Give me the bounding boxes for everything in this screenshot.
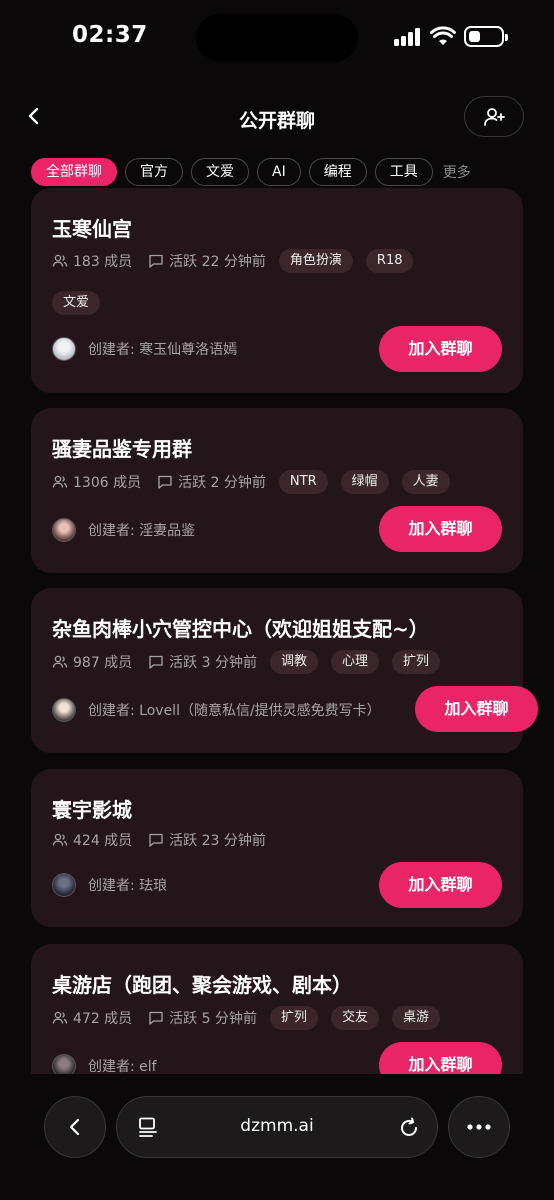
avatar	[52, 337, 76, 361]
group-card: 玉寒仙宫 183 成员 活跃 22 分钟前 角色扮演 R18 文爱 创建者: 寒…	[31, 188, 523, 393]
users-icon	[52, 655, 68, 668]
avatar	[52, 873, 76, 897]
user-plus-icon	[484, 107, 505, 126]
message-square-icon	[158, 475, 172, 489]
group-card: 骚妻品鉴专用群 1306 成员 活跃 2 分钟前 NTR 绿帽 人妻 创建者: …	[31, 408, 523, 573]
filter-chip-coding[interactable]: 编程	[308, 158, 367, 186]
avatar	[52, 518, 76, 542]
group-tag: 文爱	[52, 291, 101, 315]
filter-chip-official[interactable]: 官方	[125, 158, 183, 186]
active-time: 活跃 2 分钟前	[178, 475, 266, 491]
url-text: dzmm.ai	[240, 1116, 314, 1136]
active-time: 活跃 22 分钟前	[169, 254, 266, 270]
member-count: 183 成员	[73, 254, 133, 270]
group-tag: 交友	[331, 1006, 380, 1030]
group-card: 杂鱼肉棒小穴管控中心（欢迎姐姐支配~） 987 成员 活跃 3 分钟前 调教 心…	[31, 588, 538, 753]
creator-name: 创建者: 寒玉仙尊洛语嫣	[88, 342, 238, 358]
group-card: 寰宇影城 424 成员 活跃 23 分钟前 创建者: 珐琅 加入群聊	[31, 769, 523, 927]
group-creator: 创建者: elf	[52, 1054, 157, 1074]
group-tag-row: 文爱	[52, 291, 101, 315]
join-group-button[interactable]: 加入群聊	[379, 862, 502, 908]
join-group-button[interactable]: 加入群聊	[415, 686, 538, 732]
browser-back-button[interactable]	[44, 1096, 106, 1158]
member-count: 987 成员	[73, 655, 133, 671]
browser-menu-button[interactable]	[448, 1096, 510, 1158]
group-meta: 472 成员 活跃 5 分钟前 扩列 交友 桌游	[52, 1006, 441, 1030]
group-creator: 创建者: 珐琅	[52, 873, 167, 897]
join-group-button[interactable]: 加入群聊	[379, 326, 502, 372]
group-name: 寰宇影城	[52, 798, 132, 822]
group-tag: 桌游	[392, 1006, 441, 1030]
group-meta: 987 成员 活跃 3 分钟前 调教 心理 扩列	[52, 650, 441, 674]
message-square-icon	[149, 254, 163, 268]
filter-more-link[interactable]: 更多	[443, 162, 471, 182]
creator-name: 创建者: elf	[88, 1059, 157, 1074]
group-creator: 创建者: 淫妻品鉴	[52, 518, 195, 542]
group-tag: 人妻	[401, 470, 450, 494]
group-creator: 创建者: 寒玉仙尊洛语嫣	[52, 337, 237, 361]
reload-icon[interactable]	[397, 1116, 421, 1140]
message-square-icon	[149, 655, 163, 669]
users-icon	[52, 1011, 68, 1024]
group-meta: 1306 成员 活跃 2 分钟前 NTR 绿帽 人妻	[52, 470, 450, 494]
users-icon	[52, 475, 68, 488]
member-count: 1306 成员	[73, 475, 142, 491]
creator-name: 创建者: Lovell（随意私信/提供灵感免费写卡）	[88, 703, 381, 719]
group-name: 桌游店（跑团、聚会游戏、剧本）	[52, 973, 352, 997]
filter-chip-tools[interactable]: 工具	[374, 158, 433, 186]
filter-chip-wenai[interactable]: 文爱	[191, 158, 249, 186]
ellipsis-icon	[467, 1124, 491, 1130]
avatar	[52, 698, 76, 722]
address-bar[interactable]: dzmm.ai	[116, 1096, 438, 1158]
avatar	[52, 1054, 76, 1074]
group-tag: 调教	[269, 650, 318, 674]
message-square-icon	[149, 1011, 163, 1025]
member-count: 424 成员	[73, 833, 133, 849]
group-meta: 183 成员 活跃 22 分钟前 角色扮演 R18	[52, 249, 414, 273]
group-tag: R18	[365, 249, 414, 273]
group-name: 骚妻品鉴专用群	[52, 437, 192, 461]
group-tag: 角色扮演	[278, 249, 353, 273]
group-name: 玉寒仙宫	[52, 217, 132, 241]
member-count: 472 成员	[73, 1011, 133, 1027]
add-user-button[interactable]	[464, 96, 524, 137]
page-header: 公开群聊	[0, 92, 554, 142]
status-time: 02:37	[72, 22, 148, 48]
group-tag: 扩列	[269, 1006, 318, 1030]
group-creator: 创建者: Lovell（随意私信/提供灵感免费写卡）	[52, 698, 381, 722]
browser-toolbar: dzmm.ai	[0, 1074, 554, 1200]
signal-icon	[394, 28, 422, 46]
group-tag: 扩列	[392, 650, 441, 674]
join-group-button[interactable]: 加入群聊	[379, 1042, 502, 1074]
chevron-left-icon	[69, 1118, 80, 1136]
users-icon	[52, 254, 68, 267]
group-meta: 424 成员 活跃 23 分钟前	[52, 829, 266, 851]
message-square-icon	[149, 833, 163, 847]
creator-name: 创建者: 珐琅	[88, 878, 168, 894]
group-tag: NTR	[278, 470, 328, 494]
active-time: 活跃 5 分钟前	[169, 1011, 257, 1027]
group-tag: 绿帽	[340, 470, 389, 494]
active-time: 活跃 3 分钟前	[169, 655, 257, 671]
group-list: 玉寒仙宫 183 成员 活跃 22 分钟前 角色扮演 R18 文爱 创建者: 寒…	[0, 188, 554, 1074]
group-tag: 心理	[331, 650, 380, 674]
filter-chip-ai[interactable]: AI	[257, 158, 301, 186]
group-name: 杂鱼肉棒小穴管控中心（欢迎姐姐支配~）	[52, 617, 429, 641]
group-card: 桌游店（跑团、聚会游戏、剧本） 472 成员 活跃 5 分钟前 扩列 交友 桌游…	[31, 944, 523, 1074]
status-bar: 02:37	[0, 0, 554, 80]
dynamic-island	[196, 14, 358, 62]
creator-name: 创建者: 淫妻品鉴	[88, 523, 196, 539]
active-time: 活跃 23 分钟前	[169, 833, 266, 849]
battery-icon	[464, 26, 508, 47]
users-icon	[52, 833, 68, 846]
filter-chip-all[interactable]: 全部群聊	[31, 158, 117, 186]
filter-chips: 全部群聊 官方 文爱 AI 编程 工具 更多	[31, 158, 471, 186]
join-group-button[interactable]: 加入群聊	[379, 506, 502, 552]
wifi-icon	[430, 26, 456, 45]
